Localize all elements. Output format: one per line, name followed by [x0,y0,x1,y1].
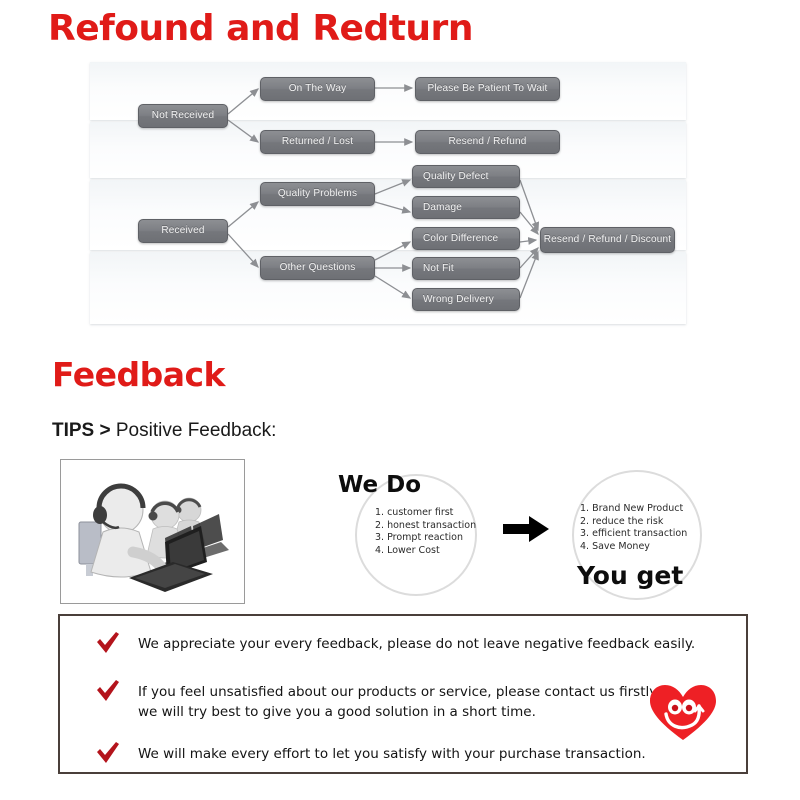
list-item: 1. Brand New Product [580,503,684,514]
flow-node-damage[interactable]: Damage [412,196,520,219]
flow-node-label: Received [161,225,205,236]
tips-prefix: TIPS > [52,420,111,441]
flowchart-connectors [227,84,540,299]
you-get-list: 1. Brand New Product 2. reduce the risk … [580,503,687,553]
list-item: 2. honest transaction [375,519,477,531]
flow-node-quality-defect[interactable]: Quality Defect [412,165,520,188]
flow-node-label: Quality Problems [277,188,358,199]
list-item: 1. customer first [375,507,454,518]
flow-node-label: Resend / Refund [448,136,527,147]
flow-node-wrong-delivery[interactable]: Wrong Delivery [412,288,520,311]
check-icon [97,680,119,701]
we-do-you-get-block: We Do You get 1. customer first 2. hones… [325,462,745,602]
promise-text: If you feel unsatisfied about our produc… [138,684,662,720]
list-item: 3. Prompt reaction [375,532,463,544]
you-get-title: You get [577,561,684,590]
flow-node-label: Resend / Refund / Discount [543,234,672,245]
flow-node-resend-refund-discount[interactable]: Resend / Refund / Discount [540,227,675,253]
right-arrow-icon [503,516,549,542]
flow-node-color-difference[interactable]: Color Difference [412,227,520,250]
promise-text: We will make every effort to let you sat… [138,746,646,762]
promise-row: If you feel unsatisfied about our produc… [96,680,676,722]
we-do-title: We Do [338,472,422,498]
list-item: 2. reduce the risk [580,515,664,527]
flow-node-label: Returned / Lost [281,136,354,147]
flow-node-label: Color Difference [423,232,499,244]
call-center-illustration [61,460,242,601]
tips-text: Positive Feedback: [110,420,277,441]
promise-text: We appreciate your every feedback, pleas… [138,636,696,652]
flow-node-label: Damage [423,201,462,213]
flow-node-returned-lost[interactable]: Returned / Lost [260,130,375,154]
flow-node-label: Quality Defect [423,170,489,182]
flow-node-quality-problems[interactable]: Quality Problems [260,182,375,206]
flow-node-not-fit[interactable]: Not Fit [412,257,520,280]
flow-node-not-received[interactable]: Not Received [138,104,228,128]
flow-node-label: Not Received [151,110,215,121]
check-icon [97,742,119,763]
we-do-list: 1. customer first 2. honest transaction … [375,507,476,557]
list-item: 4. Lower Cost [375,544,440,556]
flow-node-on-the-way[interactable]: On The Way [260,77,375,101]
promise-row: We appreciate your every feedback, pleas… [96,632,696,654]
flow-node-label: Please Be Patient To Wait [427,83,548,94]
flow-node-received[interactable]: Received [138,219,228,243]
list-item: 4. Save Money [580,540,650,552]
promise-row: We will make every effort to let you sat… [96,742,696,764]
tips-line: TIPS > Positive Feedback: [52,420,276,442]
feedback-promise-box: We appreciate your every feedback, pleas… [58,614,748,774]
check-icon [97,632,119,653]
list-item: 3. efficient transaction [580,528,688,540]
flow-node-other-questions[interactable]: Other Questions [260,256,375,280]
flow-node-label: Other Questions [279,262,356,273]
flow-node-label: Not Fit [423,262,454,274]
flow-node-label: On The Way [288,83,347,94]
call-center-photo [60,459,245,604]
refund-return-flowchart: Not Received On The Way Please Be Patien… [90,62,686,324]
flow-node-resend-refund[interactable]: Resend / Refund [415,130,560,154]
flow-node-please-be-patient-to-wait[interactable]: Please Be Patient To Wait [415,77,560,101]
feedback-title: Feedback [52,355,226,394]
refund-and-return-title: Refound and Redturn [48,8,473,49]
flow-node-label: Wrong Delivery [423,293,494,305]
page-root: Refound and Redturn Not Received On The … [0,0,800,800]
smiling-heart-icon [650,685,716,740]
